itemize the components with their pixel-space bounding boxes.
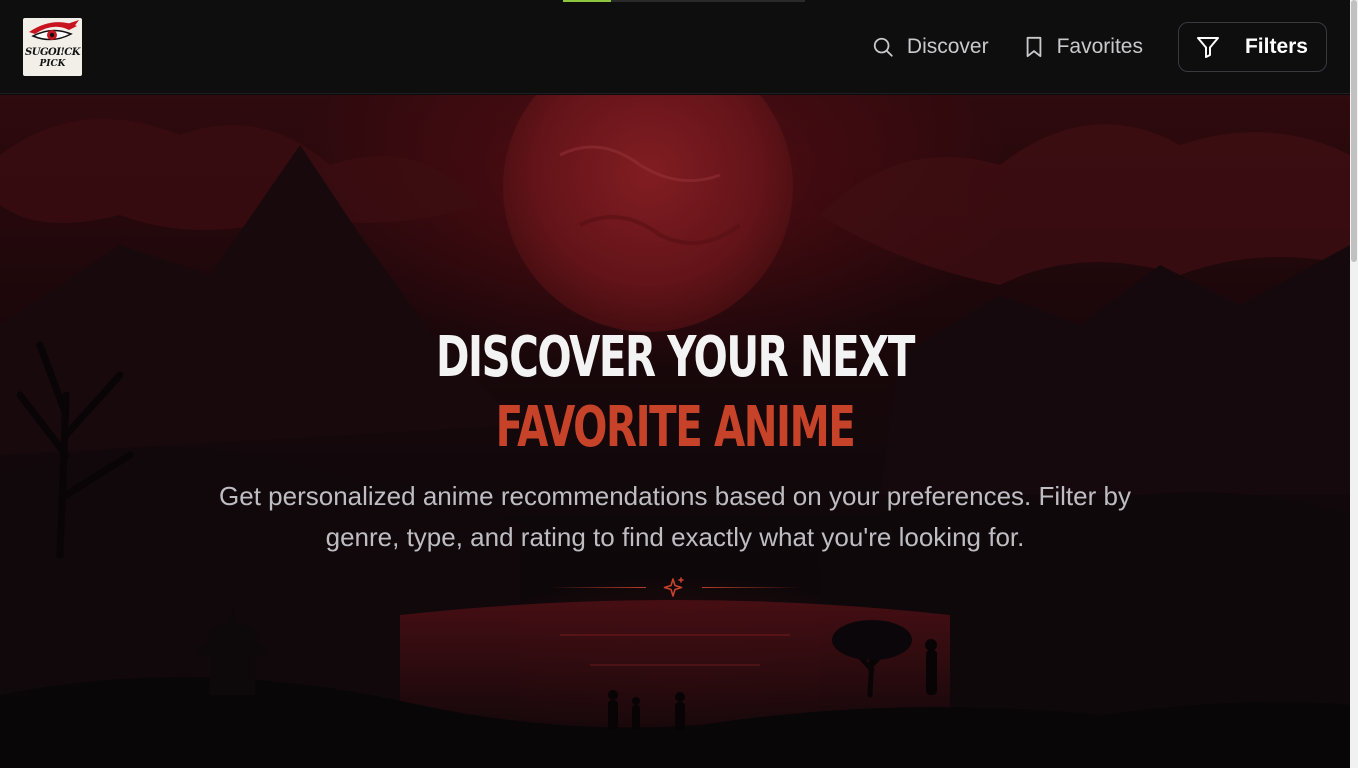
eye-logo-icon — [29, 20, 79, 41]
hero-section: DISCOVER YOUR NEXT FAVORITE ANIME Get pe… — [0, 95, 1350, 768]
logo-line2: PICK — [39, 59, 66, 69]
logo[interactable]: SUGOI!CK PICK — [23, 18, 82, 76]
sparkle-icon — [663, 577, 684, 597]
filter-icon — [1196, 37, 1219, 58]
scrollbar-thumb[interactable] — [1351, 0, 1357, 262]
nav-discover-label: Discover — [906, 35, 989, 58]
search-icon — [873, 37, 893, 57]
divider-line-right — [702, 587, 800, 588]
bookmark-icon — [1026, 36, 1041, 58]
logo-line1: SUGOI!CK — [25, 47, 80, 58]
site-header: SUGOI!CK PICK Discover Favorites Filters — [0, 0, 1350, 94]
hero-title: DISCOVER YOUR NEXT FAVORITE ANIME — [189, 323, 1161, 463]
loading-bar-fill — [563, 0, 612, 2]
hero-subtitle: Get personalized anime recommendations b… — [219, 481, 1131, 552]
page: SUGOI!CK PICK Discover Favorites Filters… — [0, 0, 1358, 768]
hero-title-line2: FAVORITE ANIME — [495, 394, 856, 460]
nav-favorites[interactable]: Favorites — [1024, 35, 1143, 59]
divider-line-left — [548, 587, 646, 588]
hero-title-line1: DISCOVER YOUR NEXT — [436, 324, 915, 390]
loading-bar — [563, 0, 805, 2]
filters-label: Filters — [1244, 35, 1308, 58]
nav-discover[interactable]: Discover — [872, 35, 989, 59]
nav-favorites-label: Favorites — [1056, 35, 1143, 58]
hero-divider — [548, 576, 800, 600]
filters-button[interactable]: Filters — [1177, 22, 1327, 72]
main-nav: Discover Favorites Filters — [872, 21, 1327, 73]
page-scrollbar[interactable] — [1350, 0, 1358, 768]
